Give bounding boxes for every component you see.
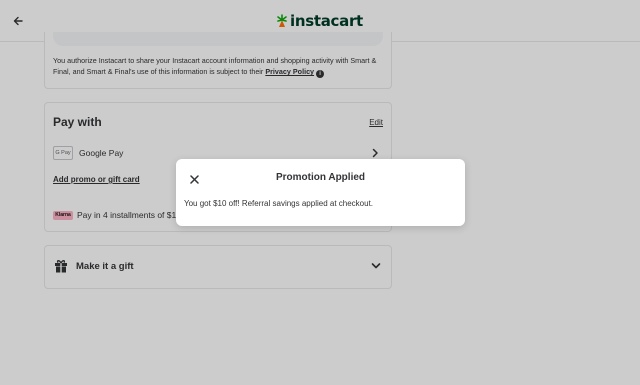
modal-message: You got $10 off! Referral savings applie…: [184, 199, 374, 208]
promotion-modal: Promotion Applied You got $10 off! Refer…: [176, 159, 465, 226]
modal-title: Promotion Applied: [275, 172, 366, 183]
